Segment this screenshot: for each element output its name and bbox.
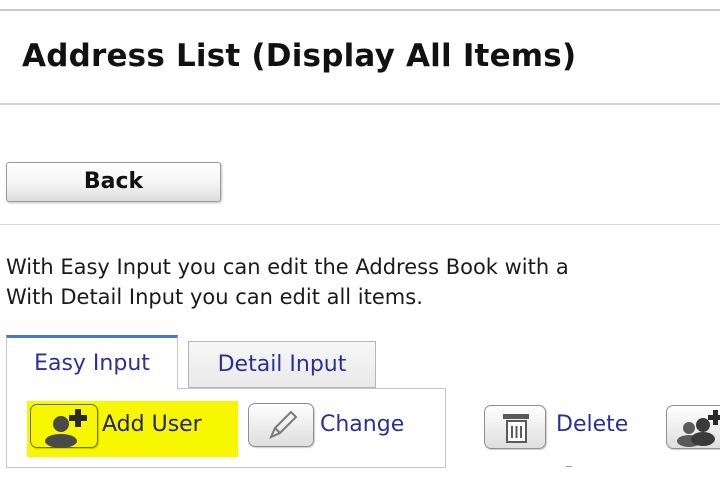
add-group-icon-button[interactable] [666, 405, 720, 449]
back-button[interactable]: Back [6, 162, 221, 202]
tab-easy-input[interactable]: Easy Input [6, 335, 178, 390]
top-divider [0, 9, 720, 11]
change-icon-button[interactable] [248, 403, 314, 447]
change-link[interactable]: Change [320, 412, 404, 437]
description-line-easy: With Easy Input you can edit the Address… [6, 255, 569, 279]
page-title: Address List (Display All Items) [22, 38, 577, 74]
trash-icon [503, 414, 529, 443]
add-user-icon [45, 409, 87, 448]
divider-mark [566, 466, 572, 467]
add-user-link[interactable]: Add User [102, 412, 202, 437]
section-divider [0, 224, 720, 225]
delete-link[interactable]: Delete [556, 412, 628, 437]
tab-detail-input[interactable]: Detail Input [188, 341, 376, 388]
title-divider [0, 103, 720, 105]
description-line-detail: With Detail Input you can edit all items… [6, 285, 423, 309]
delete-icon-button[interactable] [484, 405, 546, 449]
add-group-icon [677, 410, 720, 447]
add-user-icon-button[interactable] [30, 404, 98, 448]
pencil-icon [269, 410, 298, 439]
